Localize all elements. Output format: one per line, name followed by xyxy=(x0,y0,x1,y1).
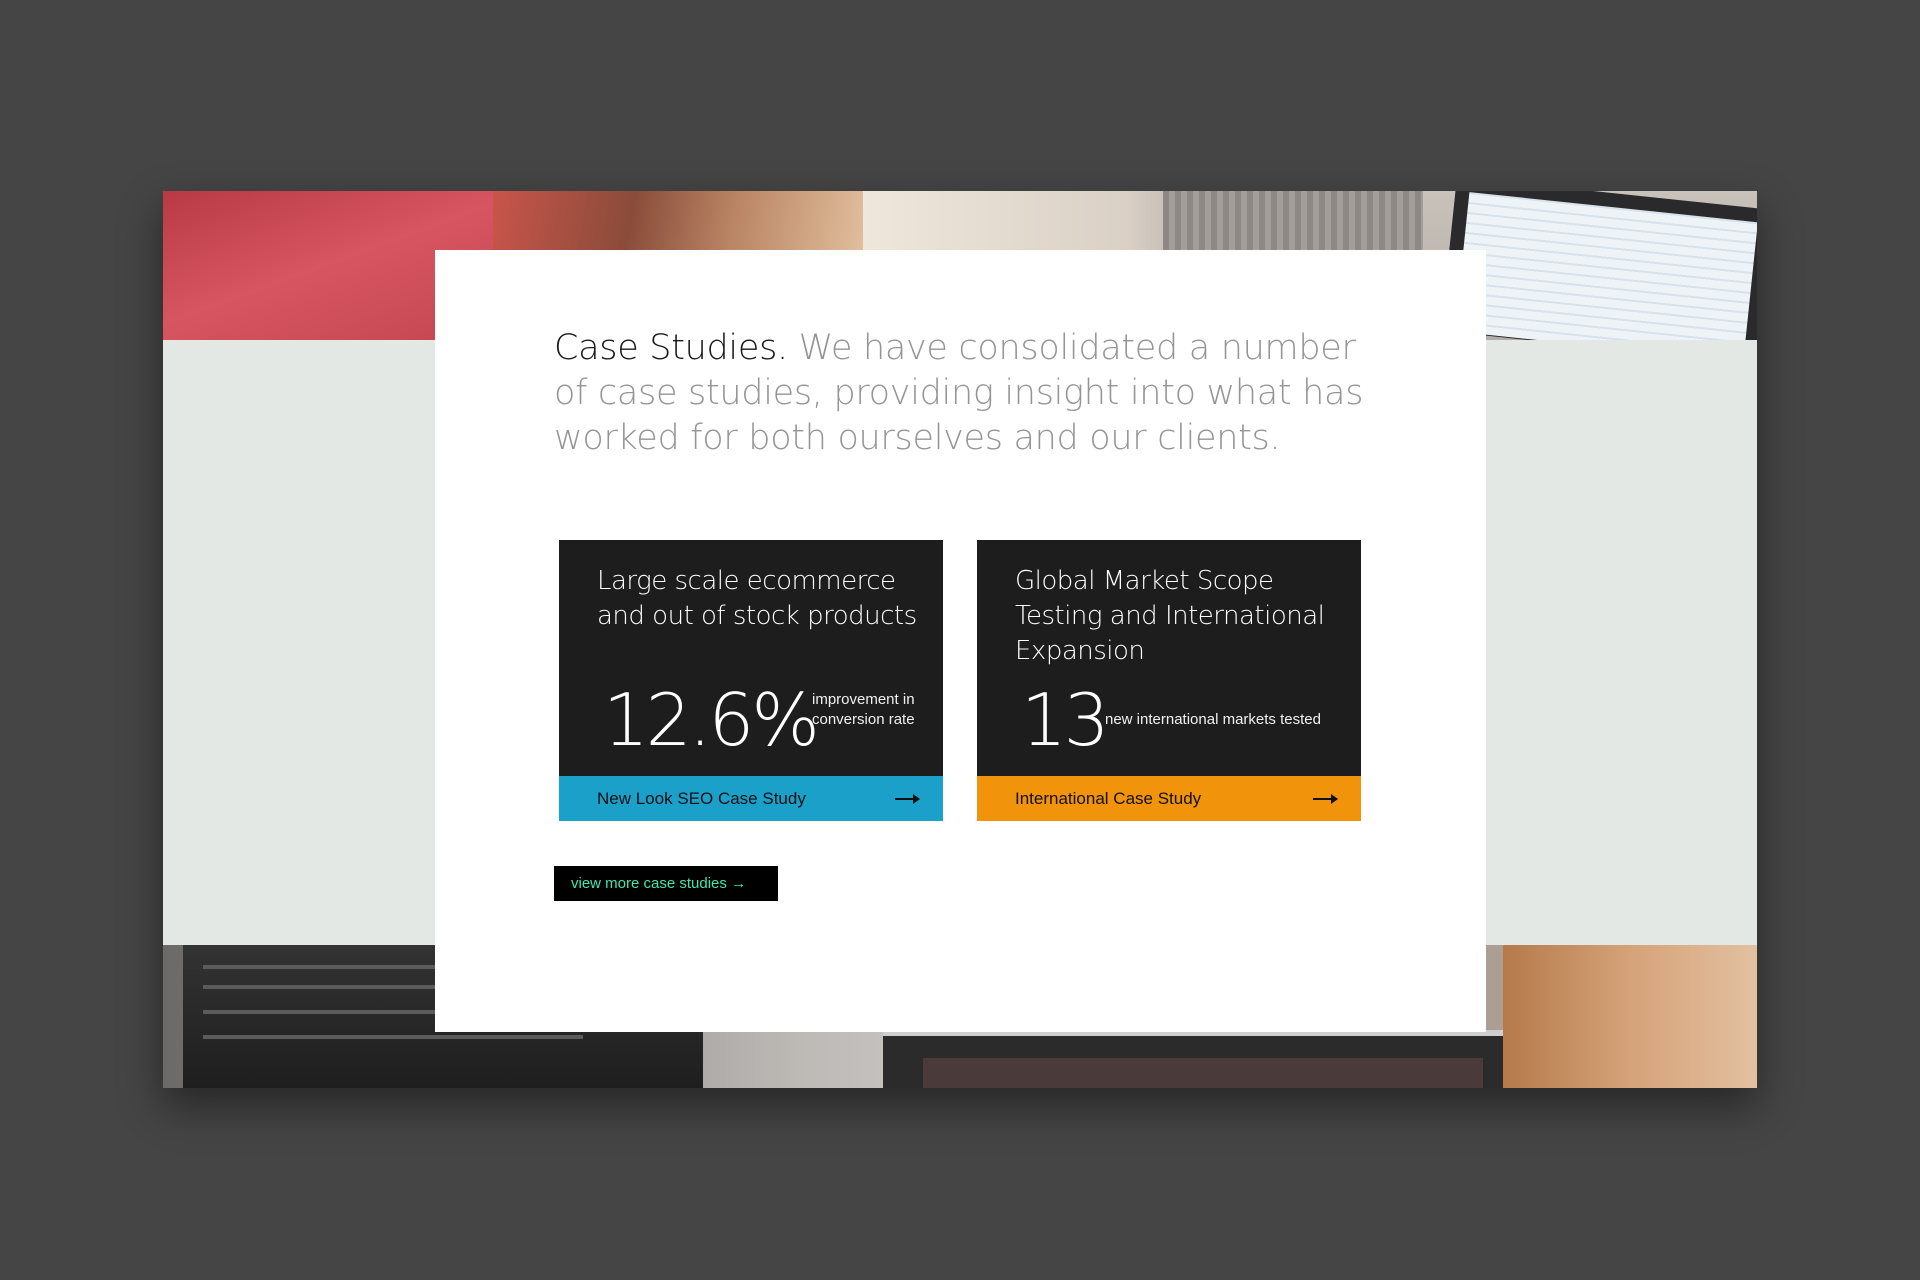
card-link-label: International Case Study xyxy=(1015,789,1202,808)
card-stat-description: new international markets tested xyxy=(1105,711,1321,728)
card-stat-description: improvement in conversion rate xyxy=(812,691,915,728)
laptop-image xyxy=(1440,191,1757,340)
intro-heading: Case Studies. We have consolidated a num… xyxy=(554,326,1374,461)
arrow-right-icon xyxy=(895,794,920,804)
intro-lead: Case Studies. xyxy=(554,328,788,368)
page-frame: Case Studies. We have consolidated a num… xyxy=(163,191,1757,1088)
case-study-card-ecommerce[interactable]: Large scale ecommerce and out of stock p… xyxy=(559,540,943,821)
card-link-label: New Look SEO Case Study xyxy=(597,789,806,808)
card-title: Global Market Scope Testing and Internat… xyxy=(1015,566,1325,666)
view-more-case-studies-button[interactable]: view more case studies → xyxy=(554,866,778,901)
case-study-card-international[interactable]: Global Market Scope Testing and Internat… xyxy=(977,540,1361,821)
card-title: Large scale ecommerce and out of stock p… xyxy=(597,566,917,631)
card-stat: 12.6% xyxy=(603,678,820,762)
new-look-case-study-link[interactable]: New Look SEO Case Study xyxy=(559,776,943,821)
arrow-right-icon xyxy=(1313,794,1338,804)
case-studies-panel: Case Studies. We have consolidated a num… xyxy=(435,250,1486,1032)
card-stat: 13 xyxy=(1021,678,1110,762)
international-case-study-link[interactable]: International Case Study xyxy=(977,776,1361,821)
